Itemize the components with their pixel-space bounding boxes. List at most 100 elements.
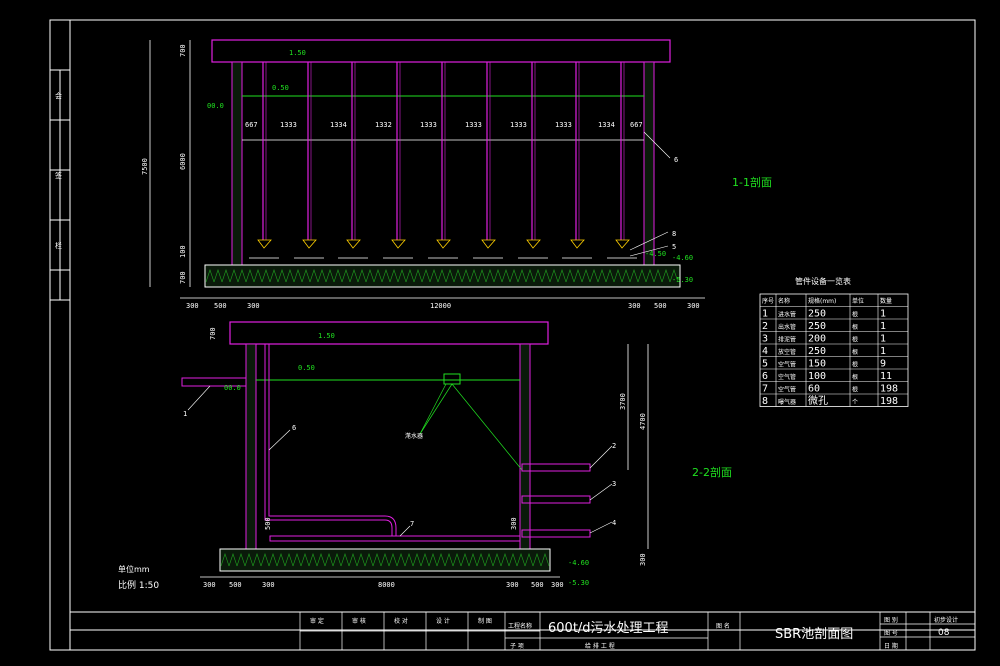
dim2-bottom-7: 300	[551, 581, 564, 589]
level-0-50: 0.50	[272, 84, 289, 92]
level2-00-0: 00.0	[224, 384, 241, 392]
table-cell: 100	[808, 371, 826, 382]
section-1-1: 667 1333 1334 1332 1333 1333 1333 1333 1334 667 7…	[141, 39, 772, 310]
dim-left-700-top: 700	[179, 44, 187, 57]
meta-label: 图 号	[884, 630, 898, 637]
sludge-pipe-3	[521, 495, 591, 504]
table-cell: 1	[762, 309, 768, 320]
drawing-canvas: 会 签 栏 667 1333 1334 1332 1333 1333 1333 1333 133…	[0, 0, 1000, 666]
table-cell: 空气管	[778, 373, 796, 381]
dim2-bottom-5: 300	[506, 581, 519, 589]
table-cell: 3	[762, 334, 768, 345]
left-signature-strip: 会 签 栏	[50, 69, 70, 301]
table-cell: 11	[880, 371, 892, 382]
table-cell: 1	[880, 309, 886, 320]
table-cell: 根	[852, 311, 858, 319]
dim2-bottom-4: 8000	[378, 581, 395, 589]
level-00-0: 00.0	[207, 102, 224, 110]
callout-7: 7	[410, 520, 414, 528]
table-cell: 根	[852, 386, 858, 394]
dim2-bottom-2: 500	[229, 581, 242, 589]
dim-top: 1334	[330, 121, 347, 129]
dim-bottom-4: 12000	[430, 302, 451, 310]
table-cell: 根	[852, 348, 858, 356]
table-cell: 2	[762, 321, 768, 332]
dim-bottom-3: 300	[247, 302, 260, 310]
level2-1-50: 1.50	[318, 332, 335, 340]
decanter	[443, 373, 461, 385]
base-slab-2	[219, 548, 551, 572]
dim2-bottom-6: 500	[531, 581, 544, 589]
callout-1: 1	[183, 410, 187, 418]
strip-char-3: 栏	[55, 241, 62, 250]
cad-drawing: 会 签 栏 667 1333 1334 1332 1333 1333 1333 1333 133…	[49, 19, 976, 651]
decanter-note: 滗水器	[405, 432, 423, 440]
dim2-right-300: 300	[639, 553, 647, 566]
table-cell: 排泥管	[778, 336, 796, 344]
subproject: 给 排 工 程	[585, 642, 615, 650]
dim-left-7500: 7500	[141, 158, 149, 175]
table-cell: 4	[762, 346, 768, 357]
dim-left-700-bottom: 700	[179, 271, 187, 284]
table-cell: 根	[852, 323, 858, 331]
table-cell: 198	[880, 384, 898, 395]
diffuser	[346, 239, 361, 249]
project-name: 600t/d污水处理工程	[548, 621, 669, 636]
diffuser	[302, 239, 317, 249]
dim-top: 1333	[555, 121, 572, 129]
drawing-name: SBR池剖面图	[775, 627, 853, 642]
table-cell: 1	[880, 321, 886, 332]
dim2-inner-500: 500	[264, 517, 272, 530]
dim-bottom-5: 300	[628, 302, 641, 310]
callout-6b: 6	[292, 424, 296, 432]
table-cell: 250	[808, 321, 826, 332]
diffuser	[615, 239, 630, 249]
dim-top: 1333	[280, 121, 297, 129]
meta-value: 初步设计	[934, 616, 958, 624]
callout-5: 5	[672, 243, 676, 251]
section-1-label: 1-1剖面	[732, 175, 772, 189]
level-neg-5-30: -5.30	[672, 276, 693, 284]
diffuser	[570, 239, 585, 249]
dim-top: 1333	[465, 121, 482, 129]
drain-pipe-4	[521, 529, 591, 538]
drawing-label: 图 名	[716, 622, 730, 630]
top-walkway-slab	[211, 39, 671, 63]
equipment-table: 管件设备一览表 序号 名称 规格(mm) 单位 数量1 进水管 250 根 12 出水管 250 根 1…	[759, 276, 909, 407]
diffuser	[391, 239, 406, 249]
strip-char-1: 会	[55, 91, 62, 100]
dim-top: 1333	[510, 121, 527, 129]
table-cell: 根	[852, 373, 858, 381]
scale-note: 比例 1:50	[118, 579, 159, 591]
table-cell: 250	[808, 346, 826, 357]
dim2-inner-300: 300	[510, 517, 518, 530]
title-role-label: 校 对	[394, 617, 408, 625]
table-cell: 6	[762, 371, 768, 382]
title-block: 审 定 审 核 校 对 设 计 制 图工程名称 600t/d污水处理工程子 项 给 排 工 …	[69, 611, 976, 651]
unit-note: 单位mm	[118, 564, 150, 574]
dim2-bottom-1: 300	[203, 581, 216, 589]
table-cell: 1	[880, 346, 886, 357]
level2-0-50: 0.50	[298, 364, 315, 372]
meta-value: 08	[938, 628, 950, 638]
dim-left-100: 100	[179, 245, 187, 258]
dim-bottom-2: 500	[214, 302, 227, 310]
diffuser	[257, 239, 272, 249]
table-cell: 个	[852, 399, 858, 406]
title-role-label: 审 定	[310, 617, 324, 625]
callout-8: 8	[672, 230, 676, 238]
dim2-right-3700: 3700	[619, 393, 627, 410]
diffuser	[436, 239, 451, 249]
aeration-pipes	[249, 62, 637, 259]
dim-top: 1332	[375, 121, 392, 129]
section-2-2: 滗水器 1 6 2 3 4 7 1.50 0.50 00.0 -4.60 -5.…	[181, 321, 732, 589]
left-wall-2	[245, 343, 257, 550]
level-1-50: 1.50	[289, 49, 306, 57]
callout-3: 3	[612, 480, 616, 488]
title-role-label: 设 计	[436, 617, 450, 625]
right-wall-2	[519, 343, 531, 550]
table-cell: 150	[808, 359, 826, 370]
table-cell: 60	[808, 384, 820, 395]
dim-bottom-1: 300	[186, 302, 199, 310]
level2-neg-5-30: -5.30	[568, 579, 589, 587]
